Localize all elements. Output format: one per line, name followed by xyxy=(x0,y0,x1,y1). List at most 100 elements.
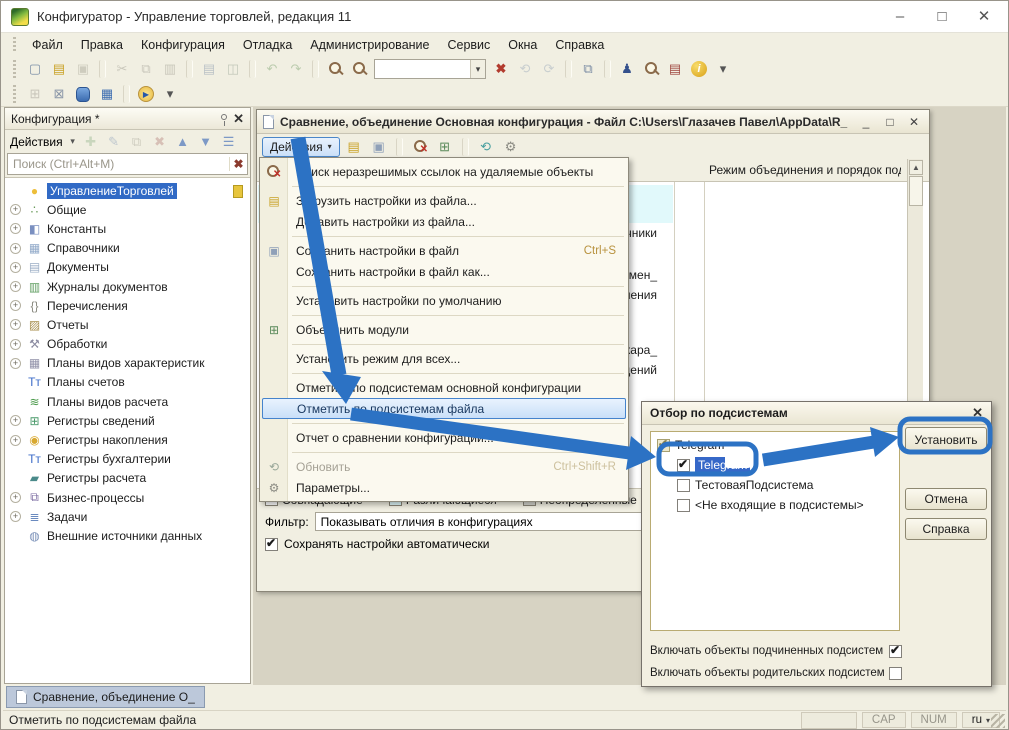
menubar-item[interactable]: Администрирование xyxy=(302,36,437,54)
compare-toolbar-button[interactable]: ⊞ xyxy=(434,136,456,158)
toolbar-button[interactable] xyxy=(72,83,94,105)
menu-item[interactable]: Сохранить настройки в файл как... xyxy=(260,261,628,282)
toolbar-button[interactable] xyxy=(186,60,193,78)
metadata-tree-item[interactable]: + ⧉ Бизнес-процессы xyxy=(5,488,250,507)
menubar-item[interactable]: Файл xyxy=(24,36,71,54)
menu-item[interactable]: ⚙ Параметры... xyxy=(260,477,628,498)
expand-icon[interactable]: + xyxy=(10,415,21,426)
expand-icon[interactable]: + xyxy=(10,204,21,215)
set-button[interactable]: Установить xyxy=(905,427,987,452)
close-button[interactable]: ✕ xyxy=(970,3,998,31)
expand-icon[interactable]: + xyxy=(10,243,21,254)
menu-item[interactable]: Поиск неразрешимых ссылок на удаляемые о… xyxy=(260,161,628,182)
compare-minimize-button[interactable]: _ xyxy=(857,115,875,129)
help-button[interactable]: Справка xyxy=(905,518,987,540)
toolbar-button[interactable]: ✂ xyxy=(111,58,133,80)
minimize-button[interactable]: – xyxy=(886,3,914,31)
toolbar-button[interactable]: ▤ xyxy=(664,58,686,80)
compare-maximize-button[interactable]: □ xyxy=(881,115,899,129)
toolbar-button[interactable] xyxy=(565,60,572,78)
expand-icon[interactable]: + xyxy=(10,511,21,522)
menu-item[interactable] xyxy=(260,448,628,456)
subsystem-checkbox[interactable] xyxy=(677,459,690,472)
compare-toolbar-button[interactable]: ▣ xyxy=(368,136,390,158)
toolbar-button[interactable]: ▾ xyxy=(712,58,734,80)
menu-item[interactable]: Отчет о сравнении конфигураций... xyxy=(260,427,628,448)
autosave-checkbox[interactable] xyxy=(265,538,278,551)
metadata-search-input[interactable] xyxy=(8,157,229,171)
subsystem-row-not-included[interactable]: <Не входящие в подсистемы> xyxy=(651,495,899,515)
compare-toolbar-button[interactable] xyxy=(462,138,469,156)
metadata-tree-item[interactable]: + Тт Регистры бухгалтерии xyxy=(5,450,250,469)
menu-item[interactable] xyxy=(260,182,628,190)
toolbar-button[interactable]: ⟳ xyxy=(538,58,560,80)
compare-toolbar-button[interactable]: ⟲ xyxy=(475,136,497,158)
metadata-tree-item[interactable]: + ◧ Константы xyxy=(5,219,250,238)
cancel-button[interactable]: Отмена xyxy=(905,488,987,510)
expand-icon[interactable]: + xyxy=(10,300,21,311)
toolbar-button[interactable] xyxy=(324,58,346,80)
merge-mode-column-header[interactable]: Режим объединения и порядок подч_ xyxy=(709,163,901,177)
subsystem-checkbox[interactable] xyxy=(657,439,670,452)
toolbar-button[interactable] xyxy=(99,60,106,78)
toolbar-button[interactable]: ▣ xyxy=(72,58,94,80)
toolbar-button[interactable]: ◫ xyxy=(222,58,244,80)
toolbar-button[interactable]: ▶ xyxy=(135,83,157,105)
panel-action-button[interactable]: ⧉ xyxy=(127,132,147,152)
toolbar-button[interactable]: i xyxy=(688,58,710,80)
menubar-item[interactable]: Правка xyxy=(73,36,131,54)
toolbar-button[interactable]: ⧉ xyxy=(577,58,599,80)
menu-item[interactable]: Добавить настройки из файла... xyxy=(260,211,628,232)
expand-icon[interactable]: + xyxy=(10,281,21,292)
option-checkbox[interactable] xyxy=(889,645,902,658)
metadata-tree-item[interactable]: + ∴ Общие xyxy=(5,200,250,219)
panel-action-button[interactable]: ✖ xyxy=(150,132,170,152)
toolbar-button[interactable]: ⟲ xyxy=(514,58,536,80)
panel-action-button[interactable]: ☰ xyxy=(219,132,239,152)
metadata-tree-item[interactable]: + ⊞ Регистры сведений xyxy=(5,411,250,430)
toolbar-button[interactable]: ▤ xyxy=(48,58,70,80)
toolbar-button[interactable]: ↶ xyxy=(261,58,283,80)
menu-item[interactable] xyxy=(260,311,628,319)
menubar-item[interactable]: Отладка xyxy=(235,36,300,54)
panel-action-button[interactable]: ✚ xyxy=(81,132,101,152)
search-combobox-input[interactable] xyxy=(375,62,470,76)
expand-icon[interactable]: + xyxy=(10,492,21,503)
compare-close-button[interactable]: ✕ xyxy=(905,115,923,129)
toolbar-button[interactable]: ♟ xyxy=(616,58,638,80)
compare-toolbar-button[interactable]: ⚙ xyxy=(500,136,522,158)
metadata-tree-item[interactable]: + ▰ Регистры расчета xyxy=(5,469,250,488)
metadata-tree-item[interactable]: + ◉ Регистры накопления xyxy=(5,430,250,449)
expand-icon[interactable]: + xyxy=(10,358,21,369)
toolbar-button[interactable]: ⊠ xyxy=(48,83,70,105)
subsystem-checkbox[interactable] xyxy=(677,479,690,492)
resize-grip[interactable] xyxy=(991,714,1005,728)
option-checkbox[interactable] xyxy=(889,667,902,680)
menu-item[interactable] xyxy=(260,340,628,348)
maximize-button[interactable]: □ xyxy=(928,3,956,31)
search-combobox[interactable]: ▾ xyxy=(374,59,486,79)
toolbar-button[interactable]: ↷ xyxy=(285,58,307,80)
menu-item[interactable] xyxy=(260,282,628,290)
menu-item[interactable]: Отметить по подсистемам файла xyxy=(262,398,626,419)
compare-window-tab[interactable]: Сравнение, объединение О_ xyxy=(6,686,205,708)
menu-item[interactable]: ⊞ Объединить модули xyxy=(260,319,628,340)
toolbar-button[interactable]: ⧉ xyxy=(135,58,157,80)
toolbar-button[interactable] xyxy=(123,85,130,103)
toolbar-button[interactable] xyxy=(640,58,662,80)
toolbar-button[interactable]: ▥ xyxy=(159,58,181,80)
panel-action-button[interactable]: ▲ xyxy=(173,132,193,152)
subsystem-row-telegram[interactable]: Telegram xyxy=(651,455,899,475)
menu-item[interactable]: ▤ Загрузить настройки из файла... xyxy=(260,190,628,211)
toolbar-button[interactable] xyxy=(312,60,319,78)
menubar-item[interactable]: Окна xyxy=(500,36,545,54)
metadata-tree-item[interactable]: + ▦ Планы видов характеристик xyxy=(5,354,250,373)
subsystem-row-testovaya[interactable]: ТестоваяПодсистема xyxy=(651,475,899,495)
metadata-tree-item[interactable]: + ≋ Планы видов расчета xyxy=(5,392,250,411)
metadata-tree-item[interactable]: + Тт Планы счетов xyxy=(5,373,250,392)
metadata-tree-item[interactable]: + ▨ Отчеты xyxy=(5,315,250,334)
menu-item[interactable]: ▣ Сохранить настройки в файл Ctrl+S xyxy=(260,240,628,261)
menu-item[interactable] xyxy=(260,419,628,427)
metadata-tree-item[interactable]: + ▤ Документы xyxy=(5,258,250,277)
dialog-close-icon[interactable]: ✕ xyxy=(972,405,983,421)
